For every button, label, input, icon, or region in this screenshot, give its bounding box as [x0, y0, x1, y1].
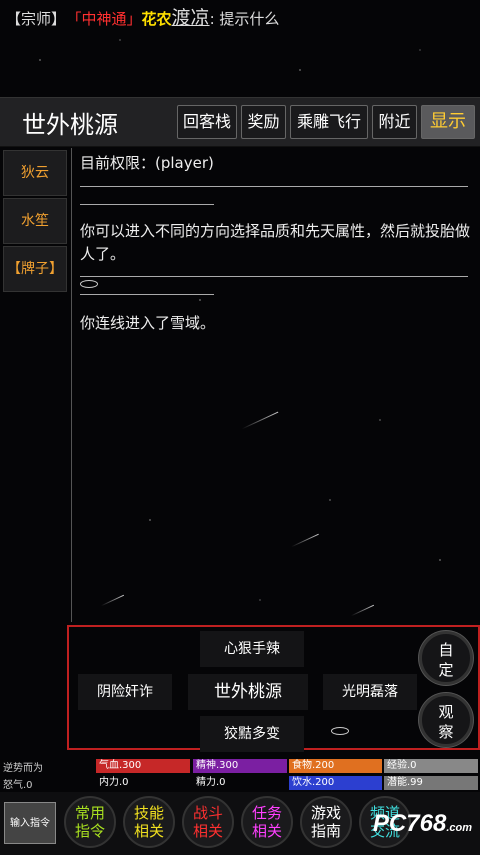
nav-label: 指南	[310, 822, 341, 840]
watermark-text: PC768	[372, 810, 447, 837]
nav-label: 游戏	[310, 804, 341, 822]
location-header: 世外桃源 回客栈 奖励 乘雕飞行 附近 显示	[0, 97, 480, 147]
intro-message: 你可以进入不同的方向选择品质和先天属性，然后就投胎做人了。	[80, 222, 471, 263]
custom-label: 自定	[438, 641, 454, 679]
input-command-button[interactable]: 输入指令	[4, 802, 56, 844]
sidebar-item-token[interactable]: 【牌子】	[3, 246, 67, 292]
nav-label: 任务	[251, 804, 282, 822]
divider	[80, 204, 214, 205]
neili-bar: 内力.0	[99, 777, 129, 788]
cmd-west[interactable]: 阴险奸诈	[78, 674, 172, 710]
rage-label: 怒气.0	[3, 780, 33, 791]
exp-bar: 经验.0	[384, 759, 478, 773]
sidebar-item-shuisheng[interactable]: 水笙	[3, 198, 67, 244]
game-guide-button[interactable]: 游戏 指南	[300, 796, 352, 848]
common-commands-button[interactable]: 常用 指令	[64, 796, 116, 848]
location-title: 世外桃源	[22, 111, 118, 139]
title-tag: 「中神通」	[74, 10, 142, 28]
divider	[80, 276, 468, 277]
connect-message: 你连线进入了雪域。	[80, 314, 216, 332]
nav-label: 相关	[192, 822, 223, 840]
permission-line: 目前权限：(player)	[80, 154, 214, 172]
site-watermark: PC768.com	[373, 810, 472, 838]
combat-button[interactable]: 战斗 相关	[182, 796, 234, 848]
nav-label: 相关	[133, 822, 164, 840]
player-alias: 渡凉	[171, 7, 210, 29]
jingli-bar: 精力.0	[196, 777, 226, 788]
nav-label: 技能	[133, 804, 164, 822]
skills-button[interactable]: 技能 相关	[123, 796, 175, 848]
divider	[80, 186, 468, 187]
sidebar-item-diyun[interactable]: 狄云	[3, 150, 67, 196]
player-name: 花农	[141, 10, 172, 28]
bottom-nav: 输入指令 常用 指令 技能 相关 战斗 相关 任务 相关 游戏 指南 频道 交流 PC768…	[0, 792, 480, 855]
quests-button[interactable]: 任务 相关	[241, 796, 293, 848]
observe-button[interactable]: 观察	[419, 693, 473, 747]
message-log[interactable]: 目前权限：(player) 你可以进入不同的方向选择品质和先天属性，然后就投胎做…	[71, 148, 473, 622]
observe-label: 观察	[438, 703, 454, 741]
cmd-center[interactable]: 世外桃源	[188, 674, 308, 710]
display-button[interactable]: 显示	[421, 105, 475, 139]
nav-label: 指令	[74, 822, 105, 840]
spirit-bar: 精神.300	[193, 759, 287, 773]
nearby-button[interactable]: 附近	[372, 105, 417, 139]
cmd-east[interactable]: 光明磊落	[323, 674, 417, 710]
divider	[80, 294, 214, 295]
custom-button[interactable]: 自定	[419, 631, 473, 685]
cmd-south[interactable]: 狡黠多变	[200, 716, 304, 752]
stance-label: 逆势而为	[3, 763, 43, 774]
nav-label: 战斗	[192, 804, 223, 822]
hp-bar: 气血.300	[96, 759, 190, 773]
chat-message: : 提示什么	[209, 10, 280, 28]
return-inn-button[interactable]: 回客栈	[177, 105, 237, 139]
potential-bar: 潜能.99	[384, 776, 478, 790]
water-bar: 饮水.200	[289, 776, 382, 790]
nav-label: 相关	[251, 822, 282, 840]
eagle-flight-button[interactable]: 乘雕飞行	[290, 105, 368, 139]
food-bar: 食物.200	[289, 759, 382, 773]
command-panel: 心狠手辣 阴险奸诈 世外桃源 光明磊落 狡黠多变 自定 观察	[67, 625, 480, 752]
nav-label: 常用	[74, 804, 105, 822]
watermark-suffix: .com	[446, 822, 472, 834]
planet-icon	[331, 727, 349, 735]
reward-button[interactable]: 奖励	[241, 105, 286, 139]
sect-tag: 【宗师】	[6, 10, 67, 28]
planet-icon	[80, 280, 98, 288]
cmd-north[interactable]: 心狠手辣	[200, 631, 304, 667]
chat-broadcast-line[interactable]: 【宗师】 「中神通」花农渡凉: 提示什么	[0, 4, 480, 32]
